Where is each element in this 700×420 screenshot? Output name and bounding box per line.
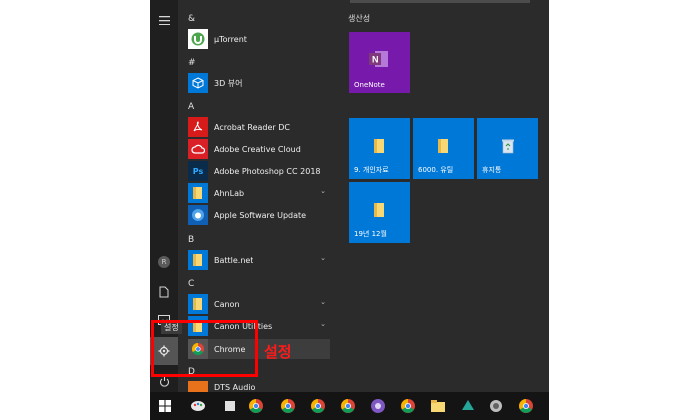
chevron-down-icon: ⌄ <box>320 298 326 306</box>
app-item-battlenet[interactable]: Battle.net ⌄ <box>188 250 330 270</box>
folder-icon <box>188 294 208 314</box>
chevron-down-icon: ⌄ <box>320 320 326 328</box>
tile-group-title[interactable]: 생산성 <box>348 13 370 24</box>
tile-recycle-bin[interactable]: 휴지통 <box>477 118 538 179</box>
chrome-icon[interactable] <box>400 398 416 414</box>
app-item-acrobat[interactable]: Acrobat Reader DC <box>188 117 330 137</box>
folder-icon <box>437 138 449 158</box>
section-header-ampersand[interactable]: & <box>188 14 195 24</box>
chrome-icon[interactable] <box>518 398 534 414</box>
section-header-hash[interactable]: # <box>188 58 196 68</box>
acrobat-icon <box>188 117 208 137</box>
app-item-apple-update[interactable]: Apple Software Update <box>188 205 330 225</box>
app-item-creative-cloud[interactable]: Adobe Creative Cloud <box>188 139 330 159</box>
taskbar-app-icon[interactable] <box>222 398 238 414</box>
power-icon <box>159 376 169 387</box>
taskbar <box>150 392 549 420</box>
3d-viewer-icon <box>188 73 208 93</box>
media-icon[interactable] <box>370 398 386 414</box>
tile-area: 생산성 N OneNote 9. 개인자료 6000. 유틸 휴지통 19년 1… <box>335 0 549 392</box>
app-item-utorrent[interactable]: µTorrent <box>188 29 330 49</box>
app-item-dts-audio[interactable]: DTS Audio <box>188 381 330 392</box>
folder-icon <box>373 202 385 222</box>
svg-text:N: N <box>372 55 379 65</box>
chevron-down-icon: ⌄ <box>320 187 326 195</box>
chevron-down-icon: ⌄ <box>320 254 326 262</box>
section-header-a[interactable]: A <box>188 102 194 112</box>
tile-onenote[interactable]: N OneNote <box>349 32 410 93</box>
app-item-photoshop[interactable]: Ps Adobe Photoshop CC 2018 <box>188 161 330 181</box>
app-item-canon[interactable]: Canon ⌄ <box>188 294 330 314</box>
user-account-button[interactable]: R <box>150 248 178 276</box>
section-header-c[interactable]: C <box>188 279 194 289</box>
windows-start-icon[interactable] <box>158 398 174 414</box>
annotation-label: 설정 <box>264 343 292 361</box>
file-explorer-icon[interactable] <box>430 398 446 414</box>
onenote-icon: N <box>369 50 389 72</box>
hamburger-icon[interactable] <box>150 6 178 34</box>
folder-icon <box>188 250 208 270</box>
highlight-box <box>151 320 258 377</box>
apple-update-icon <box>188 205 208 225</box>
tile-folder-util[interactable]: 6000. 유틸 <box>413 118 474 179</box>
documents-icon[interactable] <box>150 278 178 306</box>
dts-icon <box>188 381 208 392</box>
chrome-icon[interactable] <box>280 398 296 414</box>
folder-icon <box>373 138 385 158</box>
avatar: R <box>158 256 170 268</box>
taskbar-app-icon[interactable] <box>460 398 476 414</box>
chrome-icon[interactable] <box>340 398 356 414</box>
paint-icon[interactable] <box>190 398 206 414</box>
folder-icon <box>188 183 208 203</box>
app-item-3d-viewer[interactable]: 3D 뷰어 <box>188 73 330 93</box>
utorrent-icon <box>188 29 208 49</box>
tile-folder-personal[interactable]: 9. 개인자료 <box>349 118 410 179</box>
creative-cloud-icon <box>188 139 208 159</box>
tile-folder-december[interactable]: 19년 12월 <box>349 182 410 243</box>
app-item-ahnlab[interactable]: AhnLab ⌄ <box>188 183 330 203</box>
chrome-icon[interactable] <box>310 398 326 414</box>
chrome-icon[interactable] <box>248 398 264 414</box>
section-header-b[interactable]: B <box>188 235 194 245</box>
recycle-bin-icon <box>501 138 515 158</box>
taskbar-app-icon[interactable] <box>488 398 504 414</box>
photoshop-icon: Ps <box>188 161 208 181</box>
